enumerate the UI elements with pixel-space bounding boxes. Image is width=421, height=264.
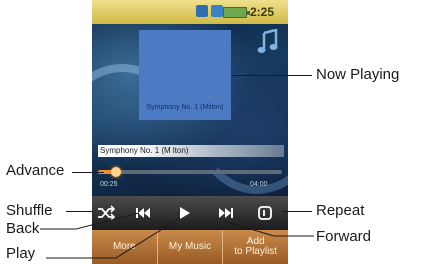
- status-bar: 2:25: [92, 0, 288, 31]
- forward-callout: Forward: [316, 228, 372, 245]
- now-playing-leader: [232, 75, 312, 76]
- add-label-line2: to Playlist: [234, 246, 278, 257]
- music-icon: [211, 5, 223, 17]
- now-playing-callout: Now Playing: [316, 66, 400, 83]
- advance-leader: [72, 172, 104, 173]
- forward-leader: [224, 220, 314, 237]
- signal-icon: [98, 13, 120, 31]
- repeat-callout: Repeat: [316, 202, 365, 219]
- elapsed-time: 00:25: [100, 181, 118, 188]
- battery-icon: [223, 7, 250, 18]
- music-note-icon: [257, 29, 278, 53]
- back-callout: Back: [6, 220, 40, 237]
- play-leader: [46, 217, 181, 259]
- total-time: 04:00: [250, 181, 268, 188]
- advance-callout: Advance: [6, 162, 65, 179]
- track-title: Symphony No. 1 (M lton): [100, 146, 189, 155]
- play-callout: Play: [6, 245, 36, 262]
- bluetooth-icon: [196, 5, 208, 17]
- status-clock: 2:25: [250, 5, 275, 19]
- repeat-leader: [282, 211, 312, 212]
- progress-bar[interactable]: [98, 167, 282, 177]
- album-caption: Symphony No. 1 (Milton): [146, 104, 224, 111]
